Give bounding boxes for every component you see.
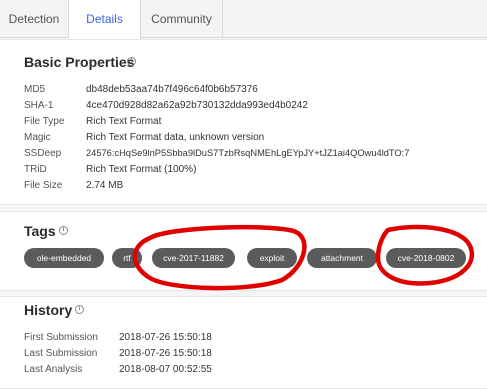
md5-value: db48deb53aa74b7f496c64f0b6b57376 bbox=[86, 84, 258, 95]
tag-cve-2018-0802[interactable]: cve-2018-0802 bbox=[386, 248, 466, 268]
tag-cve-2017-11882[interactable]: cve-2017-11882 bbox=[152, 248, 235, 268]
tab-detection[interactable]: Detection bbox=[0, 0, 69, 38]
magic-key: Magic bbox=[24, 132, 51, 143]
filetype-value: Rich Text Format bbox=[86, 116, 162, 127]
last-submission-value: 2018-07-26 15:50:18 bbox=[119, 348, 212, 359]
first-submission-value: 2018-07-26 15:50:18 bbox=[119, 332, 212, 343]
tags-title: Tags bbox=[24, 223, 56, 239]
ssdeep-value: 24576:cHqSe9lnP5Sbba9lDuS7TzbRsqNMEhLgEY… bbox=[86, 148, 410, 158]
info-icon[interactable]: i bbox=[127, 57, 136, 66]
tab-bar: Detection Details Community bbox=[0, 0, 487, 39]
sha1-value: 4ce470d928d82a62a92b730132dda993ed4b0242 bbox=[86, 100, 308, 111]
last-submission-key: Last Submission bbox=[24, 348, 98, 359]
sha1-key: SHA-1 bbox=[24, 100, 54, 111]
tag-exploit[interactable]: exploit bbox=[247, 248, 297, 268]
details-page: Detection Details Community Basic Proper… bbox=[0, 0, 487, 389]
tab-community[interactable]: Community bbox=[141, 0, 223, 38]
info-icon[interactable]: i bbox=[59, 226, 68, 235]
tag-rtf[interactable]: rtf bbox=[112, 248, 142, 268]
last-analysis-value: 2018-08-07 00:52:55 bbox=[119, 364, 212, 375]
basic-properties-title: Basic Properties bbox=[24, 54, 135, 70]
magic-value: Rich Text Format data, unknown version bbox=[86, 132, 265, 143]
ssdeep-key: SSDeep bbox=[24, 148, 62, 159]
filesize-value: 2.74 MB bbox=[86, 180, 124, 191]
first-submission-key: First Submission bbox=[24, 332, 98, 343]
trid-key: TRiD bbox=[24, 164, 47, 175]
last-analysis-key: Last Analysis bbox=[24, 364, 83, 375]
md5-key: MD5 bbox=[24, 84, 46, 95]
tag-attachment[interactable]: attachment bbox=[307, 248, 377, 268]
trid-value: Rich Text Format (100%) bbox=[86, 164, 197, 175]
history-title: History bbox=[24, 302, 73, 318]
tab-details[interactable]: Details bbox=[69, 0, 141, 39]
tag-ole-embedded[interactable]: ole-embedded bbox=[24, 248, 104, 268]
filesize-key: File Size bbox=[24, 180, 63, 191]
info-icon[interactable]: i bbox=[75, 305, 84, 314]
filetype-key: File Type bbox=[24, 116, 65, 127]
